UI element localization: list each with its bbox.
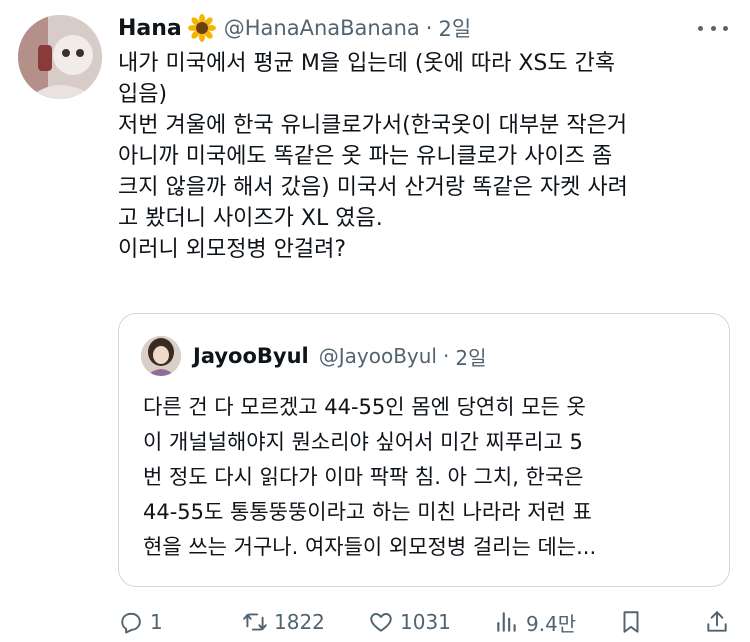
share-button[interactable] <box>704 604 730 640</box>
views-button[interactable]: 9.4만 <box>494 604 576 640</box>
post-time[interactable]: 2일 <box>438 13 471 43</box>
author-avatar[interactable] <box>18 15 102 99</box>
like-count: 1031 <box>400 610 451 634</box>
retweet-icon <box>243 613 267 631</box>
quoted-text-line: 44-55도 통통뚱뚱이라고 하는 미친 나라라 저런 표 <box>143 500 592 524</box>
sunflower-icon <box>187 14 216 42</box>
reply-button[interactable]: 1 <box>118 604 163 640</box>
quoted-tweet-header: JayooByul @JayooByul · 2일 <box>193 338 486 374</box>
avatar-image <box>18 15 102 99</box>
share-icon <box>707 611 727 632</box>
reply-icon <box>121 612 141 634</box>
reply-count: 1 <box>150 610 163 634</box>
more-options-icon[interactable] <box>698 16 728 40</box>
bookmark-icon <box>623 611 639 633</box>
retweet-button[interactable]: 1822 <box>242 604 325 640</box>
quoted-tweet-text: 다른 건 다 모르겠고 44-55인 몸엔 당연히 모든 옷 이 개널널해야지 … <box>143 390 723 565</box>
tweet-header: Hana @HanaAnaBanana · 2일 <box>118 10 471 46</box>
tweet-text-line: 아니까 미국에도 똑같은 옷 파는 유니클로가 사이즈 좀 <box>118 144 613 169</box>
quoted-author-name[interactable]: JayooByul <box>193 344 309 368</box>
tweet-text-line: 이러니 외모정병 안걸려? <box>118 237 347 262</box>
separator-dot: · <box>443 344 450 368</box>
tweet-text-line: 입음) <box>118 82 168 107</box>
bookmark-button[interactable] <box>618 604 644 640</box>
tweet-text-line: 크지 않을까 해서 갔음) 미국서 산거랑 똑같은 자켓 사려 <box>118 175 628 200</box>
quoted-author-handle[interactable]: @JayooByul <box>319 344 437 368</box>
author-name[interactable]: Hana <box>118 16 182 41</box>
heart-icon <box>370 613 392 632</box>
tweet-actions: 1 1822 1031 9.4만 <box>118 604 738 640</box>
retweet-count: 1822 <box>274 610 325 634</box>
quoted-post-time[interactable]: 2일 <box>455 342 486 371</box>
quoted-avatar-image <box>141 336 181 376</box>
quoted-text-line: 이 개널널해야지 뭔소리야 싶어서 미간 찌푸리고 5 <box>143 430 583 454</box>
separator-dot: · <box>425 16 433 40</box>
quoted-author-avatar[interactable] <box>141 336 181 376</box>
views-count: 9.4만 <box>526 611 577 636</box>
quoted-text-line: 번 정도 다시 읽다가 이마 팍팍 침. 아 그치, 한국은 <box>143 465 584 489</box>
views-chart-icon <box>497 612 516 632</box>
tweet-text-line: 저번 겨울에 한국 유니클로가서(한국옷이 대부분 작은거 <box>118 113 628 138</box>
quoted-text-line: 현을 쓰는 거구나. 여자들이 외모정병 걸리는 데는... <box>143 535 597 559</box>
tweet-text: 내가 미국에서 평균 M을 입는데 (옷에 따라 XS도 간혹 입음) 저번 겨… <box>118 48 718 265</box>
like-button[interactable]: 1031 <box>368 604 451 640</box>
quoted-tweet[interactable]: JayooByul @JayooByul · 2일 다른 건 다 모르겠고 44… <box>118 313 730 587</box>
tweet-text-line: 고 봤더니 사이즈가 XL 였음. <box>118 206 383 231</box>
tweet-text-line: 내가 미국에서 평균 M을 입는데 (옷에 따라 XS도 간혹 <box>118 51 616 76</box>
quoted-text-line: 다른 건 다 모르겠고 44-55인 몸엔 당연히 모든 옷 <box>143 395 586 419</box>
author-handle[interactable]: @HanaAnaBanana <box>224 16 420 40</box>
